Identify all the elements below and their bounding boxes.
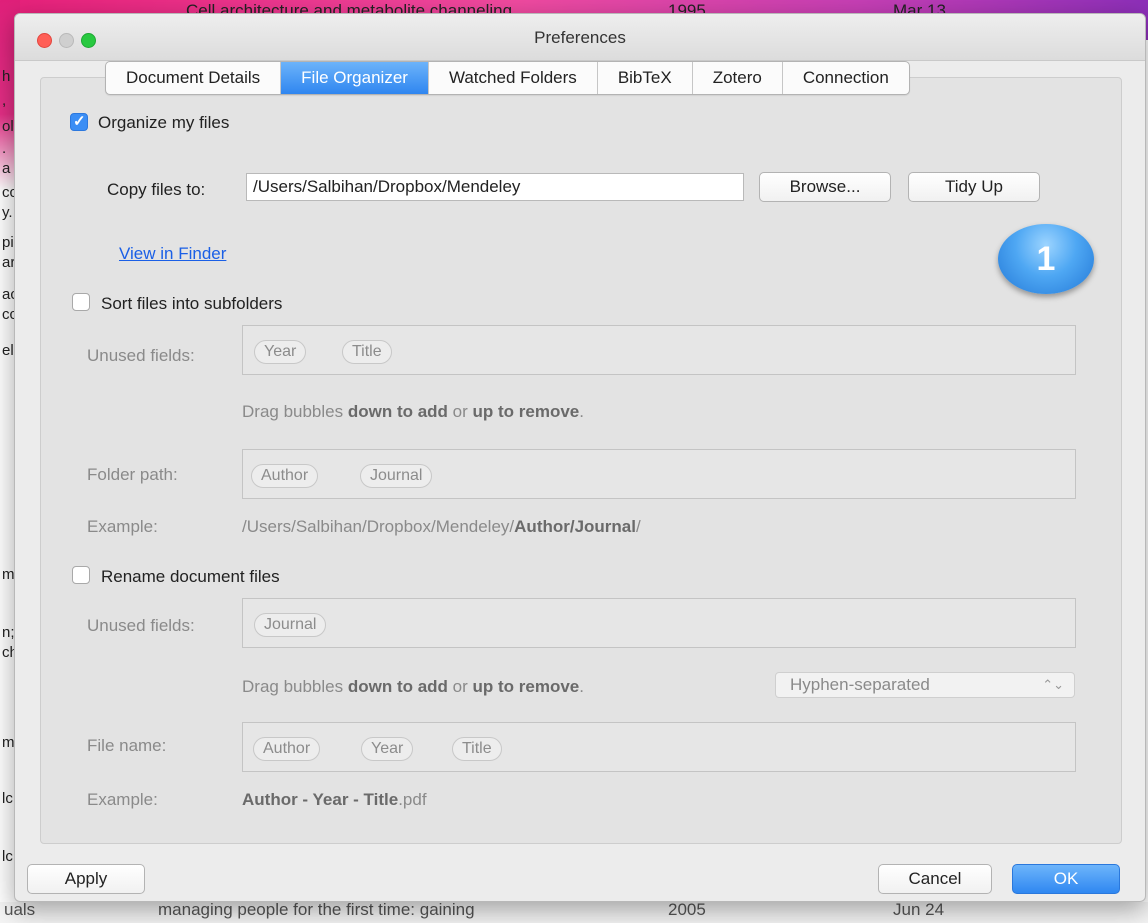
background-bottom-row: uals managing people for the first time:… — [0, 900, 1148, 923]
sort-subfolders-checkbox[interactable] — [72, 293, 90, 311]
background-fragment: lc — [2, 790, 13, 807]
background-row-title: managing people for the first time: gain… — [158, 900, 475, 919]
example-text: / — [636, 517, 641, 536]
file-name-example-label: Example: — [87, 790, 158, 809]
background-fragment: , — [2, 92, 7, 109]
background-fragment: m — [2, 566, 15, 583]
field-bubble-title[interactable]: Title — [452, 737, 502, 761]
tab-file-organizer[interactable]: File Organizer — [281, 62, 429, 94]
sort-subfolders-label: Sort files into subfolders — [101, 294, 283, 313]
background-fragment: a — [2, 160, 11, 177]
folder-path-area[interactable]: Author Journal — [242, 449, 1076, 499]
chevron-up-down-icon: ⌃⌄ — [1042, 677, 1064, 692]
tab-document-details[interactable]: Document Details — [106, 62, 282, 94]
background-fragment: . — [2, 140, 7, 157]
background-fragment: uals — [4, 900, 36, 919]
field-bubble-year[interactable]: Year — [361, 737, 414, 761]
window-title: Preferences — [534, 28, 626, 47]
preferences-tab-bar: Document Details File Organizer Watched … — [105, 61, 910, 95]
background-fragment: h — [2, 68, 11, 85]
separator-select[interactable]: Hyphen-separated ⌃⌄ — [775, 672, 1075, 698]
background-fragment: el — [2, 342, 14, 359]
rename-unused-fields-area[interactable]: Journal — [242, 598, 1076, 648]
title-bar: Preferences — [15, 14, 1145, 61]
field-bubble-author[interactable]: Author — [251, 464, 319, 488]
cancel-button[interactable]: Cancel — [878, 864, 992, 894]
hint-text-bold: down to add — [347, 677, 448, 696]
separator-select-value: Hyphen-separated — [790, 675, 930, 694]
callout-number-badge: 1 — [998, 224, 1094, 294]
hint-text: . — [579, 402, 584, 421]
tab-zotero[interactable]: Zotero — [693, 62, 783, 94]
hint-text: Drag bubbles — [242, 402, 348, 421]
background-fragment: pi — [2, 234, 14, 251]
field-bubble-journal[interactable]: Journal — [360, 464, 433, 488]
tab-connection[interactable]: Connection — [783, 62, 909, 94]
example-text: .pdf — [398, 790, 427, 809]
field-bubble-journal[interactable]: Journal — [254, 613, 327, 637]
organize-files-checkbox[interactable] — [70, 112, 88, 131]
example-text: /Users/Salbihan/Dropbox/Mendeley/ — [242, 517, 515, 536]
tab-watched-folders[interactable]: Watched Folders — [429, 62, 598, 94]
background-fragment: ol — [2, 118, 14, 135]
rename-unused-fields-label: Unused fields: — [87, 616, 195, 635]
background-fragment: n; — [2, 624, 15, 641]
folder-path-label: Folder path: — [87, 465, 178, 484]
view-in-finder-link[interactable]: View in Finder — [119, 244, 226, 264]
folder-example-label: Example: — [87, 517, 158, 536]
field-bubble-author[interactable]: Author — [253, 737, 321, 761]
browse-button[interactable]: Browse... — [759, 172, 891, 202]
copy-files-path-field[interactable]: /Users/Salbihan/Dropbox/Mendeley — [246, 173, 744, 201]
background-row-year: 2005 — [668, 900, 706, 919]
hint-text-bold: up to remove — [472, 677, 580, 696]
file-name-example-value: Author - Year - Title.pdf — [242, 790, 427, 810]
background-row-date: Jun 24 — [893, 900, 945, 919]
file-name-label: File name: — [87, 736, 167, 755]
ok-button[interactable]: OK — [1012, 864, 1120, 894]
folder-example-value: /Users/Salbihan/Dropbox/Mendeley/Author/… — [242, 517, 641, 537]
hint-text: . — [579, 677, 584, 696]
rename-drag-hint: Drag bubbles down to add or up to remove… — [242, 677, 584, 697]
hint-text: or — [447, 677, 473, 696]
tidy-up-button[interactable]: Tidy Up — [908, 172, 1040, 202]
sort-drag-hint: Drag bubbles down to add or up to remove… — [242, 402, 584, 422]
tab-bibtex[interactable]: BibTeX — [598, 62, 693, 94]
hint-text-bold: up to remove — [472, 402, 580, 421]
example-text-bold: Author/Journal — [514, 517, 636, 536]
apply-button[interactable]: Apply — [27, 864, 145, 894]
rename-files-checkbox[interactable] — [72, 566, 90, 584]
organize-files-label: Organize my files — [98, 113, 230, 132]
example-text-bold: Author - Year - Title — [242, 790, 399, 809]
hint-text: Drag bubbles — [242, 677, 348, 696]
file-name-area[interactable]: Author Year Title — [242, 722, 1076, 772]
field-bubble-year[interactable]: Year — [254, 340, 307, 364]
field-bubble-title[interactable]: Title — [342, 340, 392, 364]
sort-unused-fields-area[interactable]: Year Title — [242, 325, 1076, 375]
copy-files-label: Copy files to: — [107, 180, 206, 199]
sort-unused-fields-label: Unused fields: — [87, 346, 195, 365]
hint-text-bold: down to add — [347, 402, 448, 421]
hint-text: or — [447, 402, 473, 421]
preferences-window: Preferences Document Details File Organi… — [14, 13, 1146, 902]
rename-files-label: Rename document files — [101, 567, 280, 586]
background-fragment: y. — [2, 204, 13, 221]
background-fragment: m — [2, 734, 15, 751]
background-fragment: lc — [2, 848, 13, 865]
